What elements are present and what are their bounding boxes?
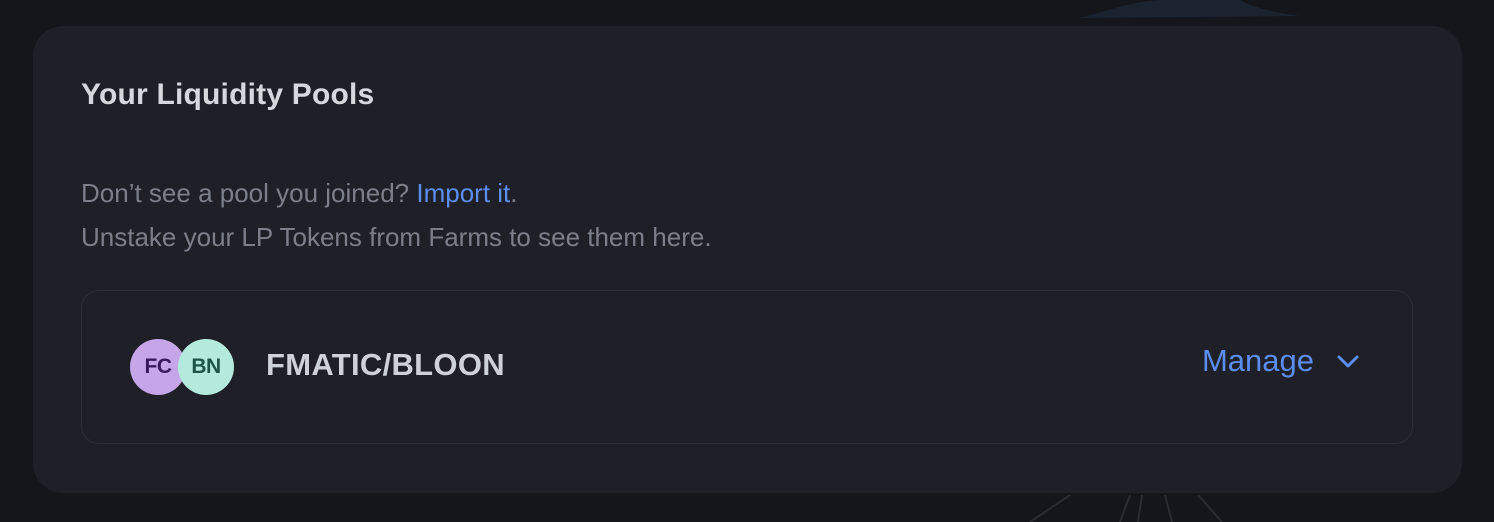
chevron-down-icon [1337, 355, 1359, 368]
liquidity-pools-panel: Your Liquidity Pools Don’t see a pool yo… [33, 26, 1462, 493]
import-question: Don’t see a pool you joined? [81, 178, 417, 208]
pool-info-text: Don’t see a pool you joined? Import it. … [81, 171, 712, 259]
token-b-avatar: BN [178, 339, 234, 395]
import-prompt: Don’t see a pool you joined? Import it. [81, 171, 712, 215]
panel-title: Your Liquidity Pools [81, 78, 375, 111]
manage-label: Manage [1201, 343, 1314, 378]
import-period: . [510, 178, 518, 208]
unstake-note: Unstake your LP Tokens from Farms to see… [81, 222, 712, 252]
pool-row[interactable]: FC BN FMATIC/BLOON Manage [81, 290, 1413, 444]
pool-pair-name: FMATIC/BLOON [266, 347, 505, 382]
manage-button[interactable]: Manage [1202, 343, 1362, 379]
import-link[interactable]: Import it [416, 178, 510, 208]
